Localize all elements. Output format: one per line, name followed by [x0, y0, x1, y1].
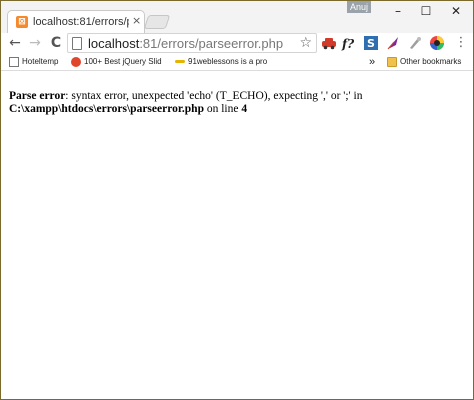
url-path: :81/errors/parseerror.php: [139, 36, 284, 51]
maximize-button[interactable]: ☐: [415, 3, 437, 19]
bookmarks-overflow-chevron-icon[interactable]: »: [369, 55, 375, 69]
bookmark-jquery-slider[interactable]: 100+ Best jQuery Slid: [71, 55, 169, 69]
color-wheel-extension-icon[interactable]: [429, 35, 445, 51]
svg-text:S: S: [367, 37, 375, 50]
error-on-line-text: on line: [203, 103, 242, 115]
other-bookmarks-label: Other bookmarks: [400, 57, 462, 66]
tab-title: localhost:81/errors/parse: [33, 16, 129, 28]
tab-strip: ⊠ localhost:81/errors/parse × Anuj – ☐ ✕: [1, 1, 473, 33]
bookmark-91weblessons[interactable]: 91weblessons is a pro: [175, 55, 273, 69]
bookmark-star-icon[interactable]: ☆: [299, 35, 312, 51]
error-line-number: 4: [241, 103, 248, 115]
address-bar[interactable]: localhost:81/errors/parseerror.php ☆: [67, 33, 317, 53]
bookmarks-bar: Hoteltemp 100+ Best jQuery Slid 91webles…: [1, 54, 473, 71]
error-file-path: C:\xampp\htdocs\errors\parseerror.php: [9, 103, 204, 115]
car-extension-icon[interactable]: [321, 35, 337, 51]
paint-extension-icon[interactable]: [407, 35, 423, 51]
back-button[interactable]: ←: [7, 35, 23, 51]
active-tab[interactable]: ⊠ localhost:81/errors/parse ×: [7, 10, 145, 33]
bookmark-favicon-icon: [175, 60, 185, 64]
feather-extension-icon[interactable]: [385, 35, 401, 51]
bookmark-label: Hoteltemp: [22, 57, 59, 66]
c-logo-icon: [71, 56, 81, 67]
page-icon: [9, 56, 19, 67]
close-window-button[interactable]: ✕: [445, 3, 467, 19]
toolbar: ← → C localhost:81/errors/parseerror.php…: [1, 33, 473, 54]
browser-window: ⊠ localhost:81/errors/parse × Anuj – ☐ ✕…: [0, 0, 474, 400]
error-message: : syntax error, unexpected 'echo' (T_ECH…: [65, 90, 363, 102]
chrome-menu-button[interactable]: ⋮: [453, 35, 469, 51]
folder-icon: [387, 56, 397, 67]
other-bookmarks[interactable]: Other bookmarks: [387, 55, 461, 69]
new-tab-button[interactable]: [143, 15, 171, 29]
bookmark-label: 100+ Best jQuery Slid: [84, 57, 162, 66]
bookmark-label: 91weblessons is a pro: [188, 57, 268, 66]
tab-close-icon[interactable]: ×: [132, 14, 141, 27]
s-extension-icon[interactable]: S: [363, 35, 379, 51]
page-icon: [72, 37, 82, 50]
forward-button[interactable]: →: [27, 35, 43, 51]
page-content: Parse error: syntax error, unexpected 'e…: [9, 90, 467, 116]
url-text[interactable]: localhost:81/errors/parseerror.php: [88, 36, 283, 51]
svg-text:f?: f?: [341, 37, 355, 51]
bookmark-hoteltemp[interactable]: Hoteltemp: [9, 55, 58, 69]
reload-button[interactable]: C: [48, 35, 64, 51]
url-host: localhost: [88, 36, 140, 51]
xampp-favicon-icon: ⊠: [16, 16, 28, 28]
profile-badge[interactable]: Anuj: [347, 1, 371, 13]
fx-extension-icon[interactable]: f?: [341, 35, 357, 51]
error-label: Parse error: [9, 90, 66, 102]
minimize-button[interactable]: –: [387, 3, 409, 19]
